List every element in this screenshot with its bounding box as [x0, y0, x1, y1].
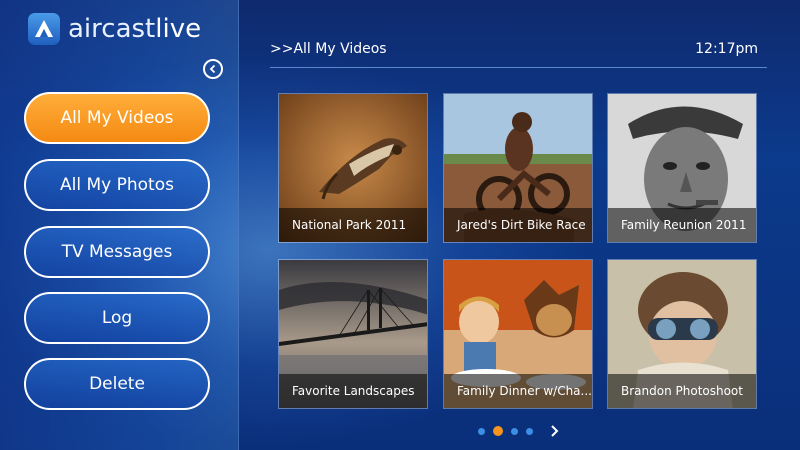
nav-label: All My Photos — [60, 175, 174, 195]
logo-text: aircastlive — [68, 14, 201, 44]
nav-log[interactable]: Log — [24, 292, 210, 344]
tile-label: Favorite Landscapes — [279, 374, 427, 408]
video-tile[interactable]: National Park 2011 — [278, 93, 428, 243]
chevron-right-icon[interactable] — [549, 424, 559, 438]
chevron-left-icon — [209, 64, 216, 74]
header-divider — [270, 67, 767, 68]
nav-tv-messages[interactable]: TV Messages — [24, 226, 210, 278]
tile-label: Brandon Photoshoot — [608, 374, 756, 408]
clock: 12:17pm — [695, 41, 758, 57]
tile-label: National Park 2011 — [279, 208, 427, 242]
video-tile[interactable]: Family Dinner w/Cha... — [443, 259, 593, 409]
page-indicator — [478, 424, 559, 438]
page-title: >>All My Videos — [270, 41, 387, 57]
page-dot[interactable] — [526, 427, 533, 435]
app-logo: aircastlive — [28, 12, 201, 46]
nav-all-my-videos[interactable]: All My Videos — [24, 92, 210, 144]
nav-delete[interactable]: Delete — [24, 358, 210, 410]
nav-all-my-photos[interactable]: All My Photos — [24, 159, 210, 211]
page-dot[interactable] — [511, 427, 518, 435]
video-tile[interactable]: Family Reunion 2011 — [607, 93, 757, 243]
logo-live: live — [155, 14, 202, 44]
aircast-logo-icon — [28, 13, 60, 45]
tile-label: Jared's Dirt Bike Race — [444, 208, 592, 242]
page-dot[interactable] — [478, 427, 485, 435]
nav-label: Log — [101, 308, 133, 328]
back-button[interactable] — [203, 59, 223, 79]
nav-label: All My Videos — [60, 108, 174, 128]
video-tile[interactable]: Favorite Landscapes — [278, 259, 428, 409]
video-tile[interactable]: Jared's Dirt Bike Race — [443, 93, 593, 243]
nav-label: Delete — [89, 374, 145, 394]
nav-label: TV Messages — [61, 242, 173, 262]
video-tile[interactable]: Brandon Photoshoot — [607, 259, 757, 409]
tile-label: Family Reunion 2011 — [608, 208, 756, 242]
tile-label: Family Dinner w/Cha... — [444, 374, 592, 408]
logo-brand: aircast — [68, 14, 156, 44]
page-dot-current[interactable] — [493, 426, 503, 436]
